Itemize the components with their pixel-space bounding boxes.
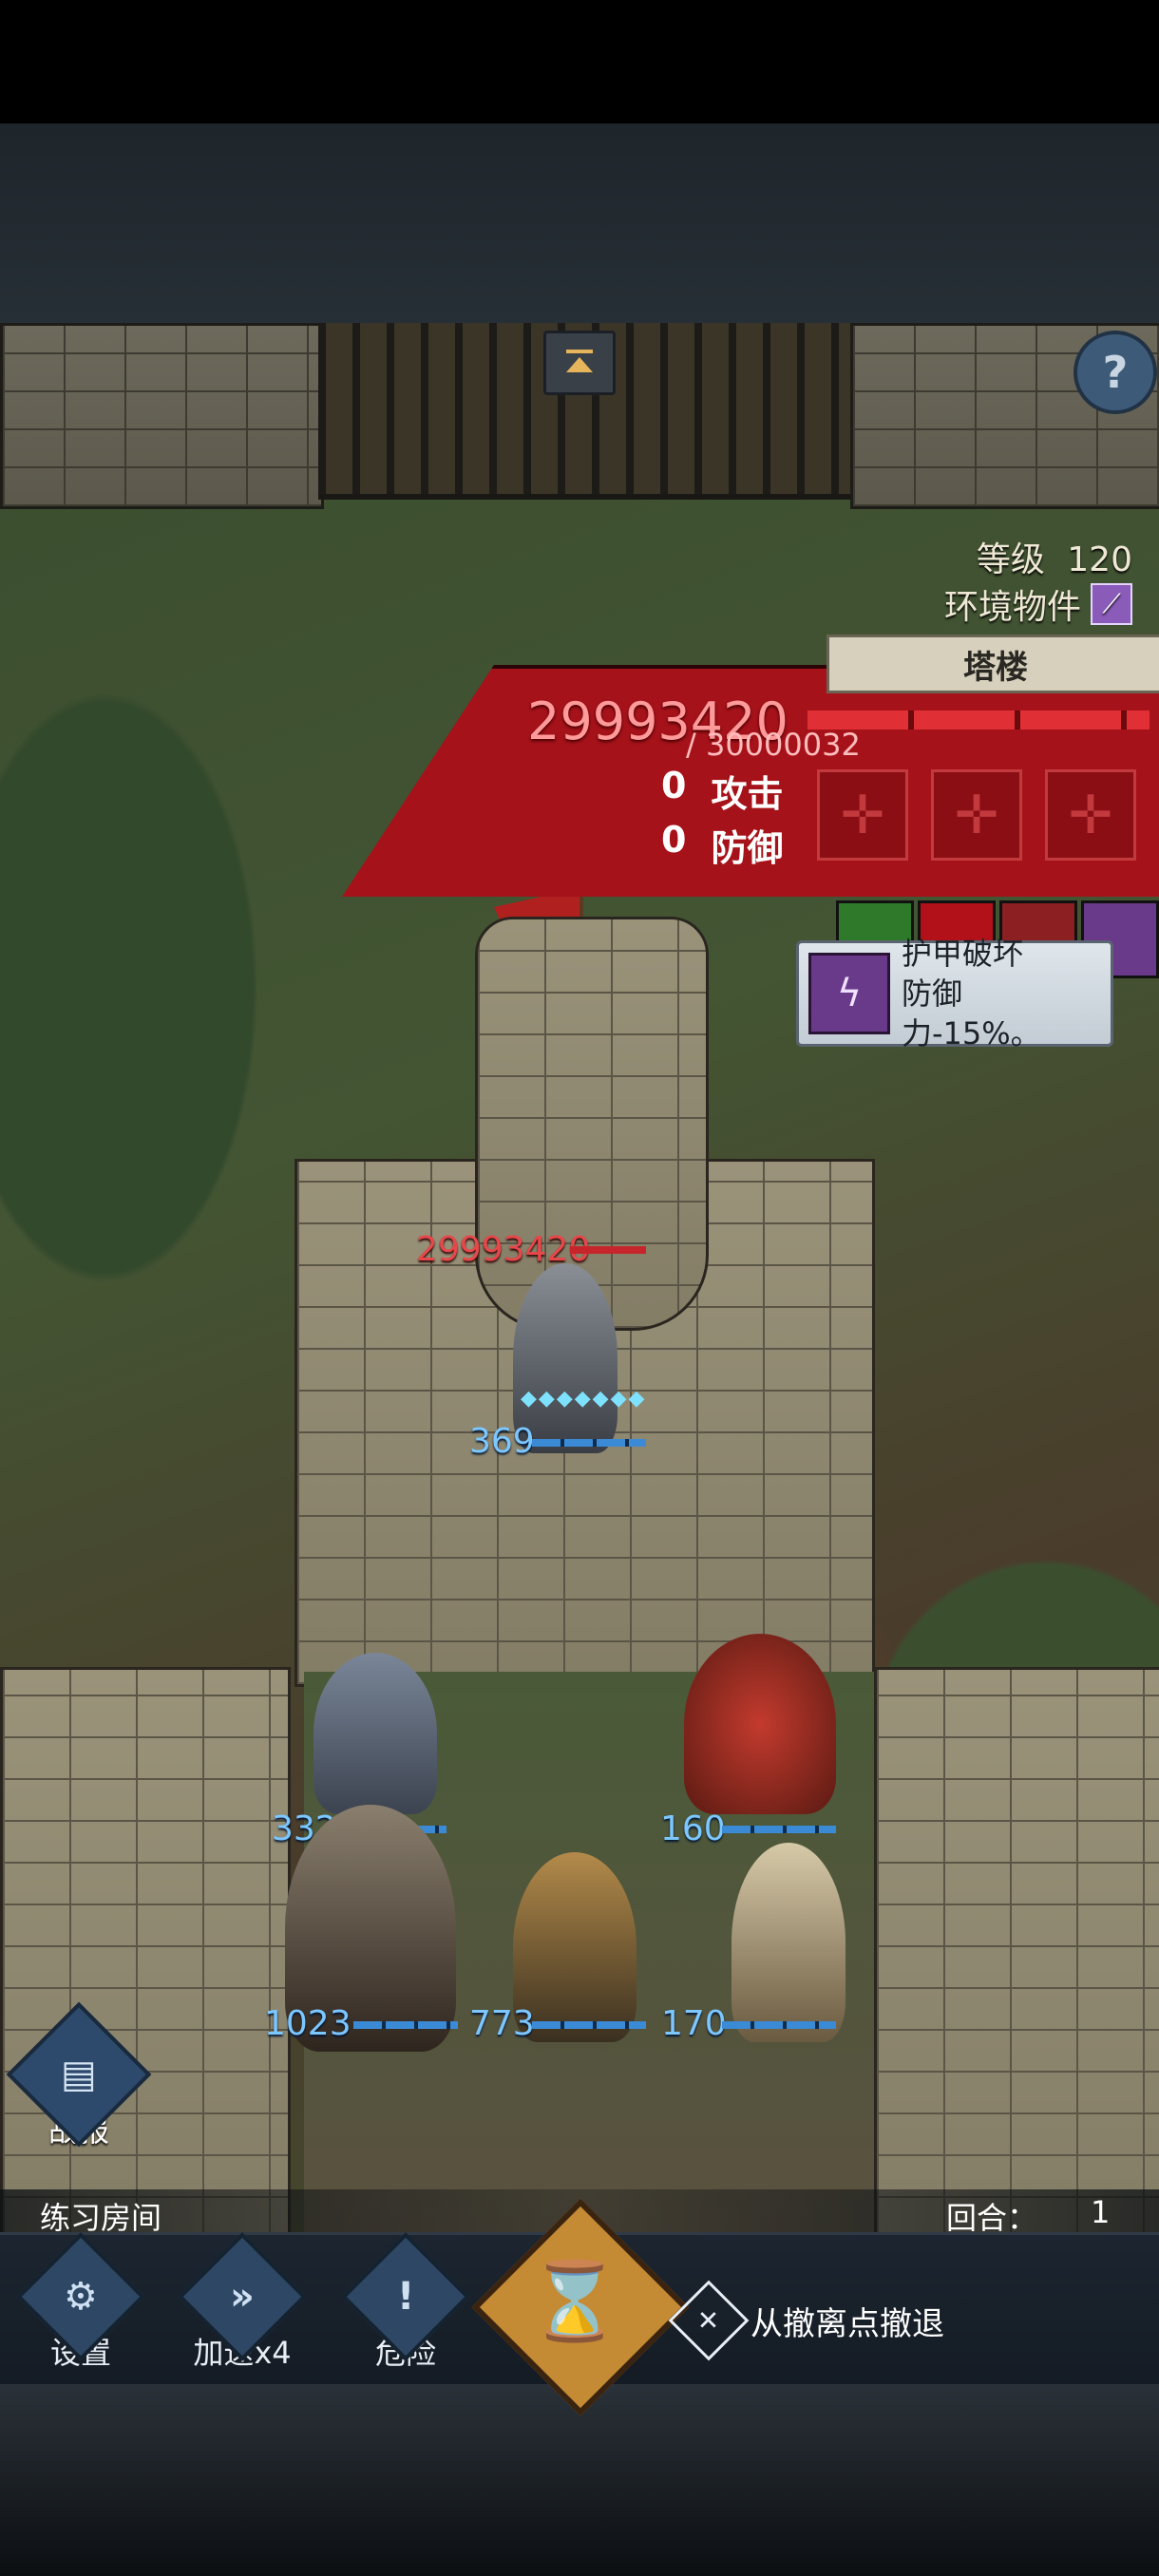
question-icon: ? xyxy=(1102,347,1129,398)
defense-value: 0 xyxy=(661,819,687,861)
center-unit-gems: ◆◆◆◆◆◆◆ xyxy=(521,1387,647,1411)
cavalry-unit-bar xyxy=(353,2021,458,2029)
report-diamond: ▤ xyxy=(6,2001,152,2148)
defense-label: 防御 xyxy=(711,827,784,869)
empty-slot-2[interactable]: ✛ xyxy=(931,769,1022,861)
bottom-mid-unit-hp: 773 xyxy=(469,2004,535,2043)
gear-icon: ⚙ xyxy=(64,2274,98,2319)
settings-button[interactable]: ⚙ 设置 xyxy=(10,2232,152,2384)
speed-button[interactable]: » 加速x4 xyxy=(171,2232,314,2384)
eject-icon xyxy=(566,350,593,372)
top-letterbox xyxy=(0,123,1159,323)
center-unit-hp: 369 xyxy=(469,1422,535,1461)
enemy-hp-max: / 30000032 xyxy=(686,727,861,763)
right-top-unit-bar xyxy=(722,1826,836,1833)
left-wall xyxy=(0,1667,291,2243)
right-top-unit[interactable] xyxy=(684,1634,836,1814)
cross-icon: ✛ xyxy=(954,784,999,846)
enemy-name: 塔楼 xyxy=(963,648,1028,687)
bottom-right-unit[interactable] xyxy=(732,1843,846,2042)
environment-objects[interactable]: 环境物件 ⟋ xyxy=(944,579,1132,629)
crossed-swords-icon: ✕ xyxy=(697,2304,720,2337)
retreat-label: 从撤离点撤退 xyxy=(750,2304,944,2343)
exclamation-icon: ! xyxy=(396,2275,415,2319)
tooltip-desc: 防御力-15%。 xyxy=(902,975,1041,1051)
settings-diamond: ⚙ xyxy=(16,2232,145,2361)
center-unit-bar xyxy=(532,1439,646,1447)
left-top-unit[interactable] xyxy=(314,1653,437,1814)
bottom-mid-unit-bar xyxy=(532,2021,646,2029)
right-top-unit-hp: 160 xyxy=(660,1809,726,1848)
fast-forward-icon: » xyxy=(230,2275,255,2319)
bottom-right-unit-bar xyxy=(722,2021,836,2029)
battle-report-button[interactable]: ▤ 战报 xyxy=(6,2001,152,2156)
danger-button[interactable]: ! 危险 xyxy=(334,2232,477,2384)
document-icon: ▤ xyxy=(61,2052,97,2096)
armor-break-icon: ϟ xyxy=(808,953,890,1034)
attack-stat: 0 攻击 xyxy=(661,765,783,817)
cross-icon: ✛ xyxy=(840,784,885,846)
attack-label: 攻击 xyxy=(711,773,784,815)
retreat-button[interactable]: ✕ 从撤离点撤退 xyxy=(668,2280,944,2361)
help-button[interactable]: ? xyxy=(1074,331,1157,414)
end-turn-button[interactable]: ⌛ xyxy=(471,2198,690,2416)
tooltip-title: 护甲破坏 xyxy=(902,936,1024,972)
level-value: 120 xyxy=(1067,540,1132,579)
round-value: 1 xyxy=(1091,2194,1111,2230)
buff-tooltip: ϟ 护甲破坏 防御力-15%。 xyxy=(796,936,1113,1051)
right-wall xyxy=(874,1667,1159,2243)
empty-slot-3[interactable]: ✛ xyxy=(1045,769,1136,861)
cavalry-unit-hp: 1023 xyxy=(264,2004,352,2043)
env-label: 环境物件 xyxy=(943,588,1081,627)
top-left-wall xyxy=(0,323,324,509)
wand-icon[interactable]: ⟋ xyxy=(1091,583,1132,625)
danger-diamond: ! xyxy=(341,2232,470,2361)
retreat-diamond: ✕ xyxy=(668,2280,750,2361)
tower-hp-bar xyxy=(570,1246,646,1254)
enemy-name-tab: 塔楼 xyxy=(826,635,1159,693)
bottom-right-unit-hp: 170 xyxy=(661,2004,727,2043)
empty-slot-1[interactable]: ✛ xyxy=(817,769,908,861)
attack-value: 0 xyxy=(661,765,687,806)
level-label: 等级 xyxy=(976,540,1045,579)
level-display: 等级 120 xyxy=(977,532,1132,581)
cross-icon: ✛ xyxy=(1068,784,1113,846)
gate-eject-button[interactable] xyxy=(543,331,616,395)
status-bar-area xyxy=(0,0,1159,123)
defense-stat: 0 防御 xyxy=(661,819,783,871)
hourglass-icon: ⌛ xyxy=(527,2257,622,2345)
